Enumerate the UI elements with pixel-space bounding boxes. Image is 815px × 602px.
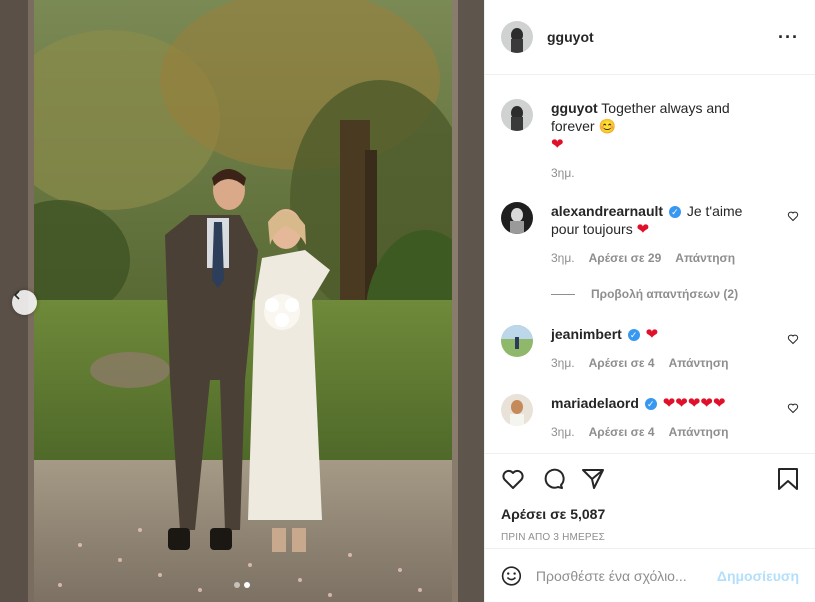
like-comment-heart-icon[interactable] — [787, 402, 799, 414]
more-options-icon[interactable]: ··· — [778, 27, 799, 48]
wedding-photo — [0, 0, 484, 602]
post-side-panel: gguyot ··· gguyot Together always and fo… — [484, 0, 815, 602]
carousel-dot — [234, 582, 240, 588]
reply-button[interactable]: Απάντηση — [669, 423, 729, 441]
caption-username[interactable]: gguyot — [551, 100, 598, 116]
comment-body: alexandrearnault ✓ Je t'aime pour toujou… — [551, 202, 799, 267]
reply-button[interactable]: Απάντηση — [675, 249, 735, 267]
divider-line — [551, 293, 575, 295]
like-comment-heart-icon[interactable] — [787, 210, 799, 222]
chevron-left-icon — [13, 290, 20, 300]
carousel-dot-active — [244, 582, 250, 588]
post-actions: Αρέσει σε 5,087 ΠΡΙΝ ΑΠΟ 3 ΗΜΕΡΕΣ — [485, 453, 815, 543]
avatar[interactable] — [501, 202, 533, 234]
heart-emoji: ❤ — [645, 326, 659, 343]
comment-username[interactable]: mariadelaord — [551, 395, 639, 411]
comments-list[interactable]: gguyot Together always and forever 😊 ❤ 3… — [485, 75, 815, 453]
caption: gguyot Together always and forever 😊 ❤ 3… — [501, 99, 799, 182]
avatar-image — [501, 202, 533, 234]
comment-item: jeanimbert ✓ ❤ 3ημ. Αρέσει σε 4 Απάντηση — [501, 325, 799, 372]
comment-icon[interactable] — [541, 467, 565, 491]
comment-body: jeanimbert ✓ ❤ 3ημ. Αρέσει σε 4 Απάντηση — [551, 325, 799, 372]
avatar[interactable] — [501, 99, 533, 131]
verified-badge-icon: ✓ — [627, 329, 640, 342]
post-photo[interactable] — [0, 0, 484, 602]
post-comment-button[interactable]: Δημοσίευση — [717, 568, 799, 584]
like-heart-icon[interactable] — [501, 467, 525, 491]
verified-badge-icon: ✓ — [668, 206, 681, 219]
heart-emoji: ❤❤❤❤❤ — [662, 395, 726, 412]
comment-body: mariadelaord ✓ ❤❤❤❤❤ 3ημ. Αρέσει σε 4 Απ… — [551, 394, 799, 441]
avatar-image — [501, 394, 533, 426]
header-username[interactable]: gguyot — [547, 29, 594, 45]
caption-body: gguyot Together always and forever 😊 ❤ 3… — [551, 99, 799, 182]
emoji-icon[interactable] — [501, 563, 522, 589]
heart-emoji: ❤ — [636, 221, 650, 238]
comment-username[interactable]: jeanimbert — [551, 326, 622, 342]
previous-photo-button[interactable] — [12, 290, 37, 315]
heart-emoji: ❤ — [551, 136, 564, 153]
caption-meta: 3ημ. — [551, 164, 773, 182]
avatar-image — [501, 99, 533, 131]
avatar[interactable] — [501, 325, 533, 357]
comment-likes[interactable]: Αρέσει σε 4 — [589, 354, 655, 372]
add-comment-bar: Δημοσίευση — [485, 548, 815, 602]
comment-username[interactable]: alexandrearnault — [551, 203, 663, 219]
comment-time[interactable]: 3ημ. — [551, 354, 575, 372]
reply-button[interactable]: Απάντηση — [669, 354, 729, 372]
comment-item: alexandrearnault ✓ Je t'aime pour toujou… — [501, 202, 799, 267]
post-modal: gguyot ··· gguyot Together always and fo… — [0, 0, 815, 602]
comment-time[interactable]: 3ημ. — [551, 249, 575, 267]
comment-meta: 3ημ. Αρέσει σε 29 Απάντηση — [551, 249, 773, 267]
comment-likes[interactable]: Αρέσει σε 4 — [589, 423, 655, 441]
comment-meta: 3ημ. Αρέσει σε 4 Απάντηση — [551, 423, 773, 441]
caption-time[interactable]: 3ημ. — [551, 164, 575, 182]
avatar[interactable] — [501, 394, 533, 426]
post-header: gguyot ··· — [485, 0, 815, 75]
comment-likes[interactable]: Αρέσει σε 29 — [589, 249, 662, 267]
carousel-indicator — [0, 582, 484, 588]
view-replies-label: Προβολή απαντήσεων (2) — [591, 287, 739, 301]
comment-item: mariadelaord ✓ ❤❤❤❤❤ 3ημ. Αρέσει σε 4 Απ… — [501, 394, 799, 441]
avatar[interactable] — [501, 21, 533, 53]
verified-badge-icon: ✓ — [644, 398, 657, 411]
action-buttons — [501, 464, 799, 494]
post-date[interactable]: ΠΡΙΝ ΑΠΟ 3 ΗΜΕΡΕΣ — [501, 532, 799, 543]
comment-input[interactable] — [535, 567, 717, 584]
share-icon[interactable] — [581, 467, 605, 491]
view-replies-button[interactable]: Προβολή απαντήσεων (2) — [551, 287, 799, 301]
like-comment-heart-icon[interactable] — [787, 333, 799, 345]
comment-time[interactable]: 3ημ. — [551, 423, 575, 441]
avatar-image — [501, 325, 533, 357]
bookmark-icon[interactable] — [777, 467, 799, 491]
avatar-image — [501, 21, 533, 53]
likes-count[interactable]: Αρέσει σε 5,087 — [501, 506, 799, 522]
comment-meta: 3ημ. Αρέσει σε 4 Απάντηση — [551, 354, 773, 372]
